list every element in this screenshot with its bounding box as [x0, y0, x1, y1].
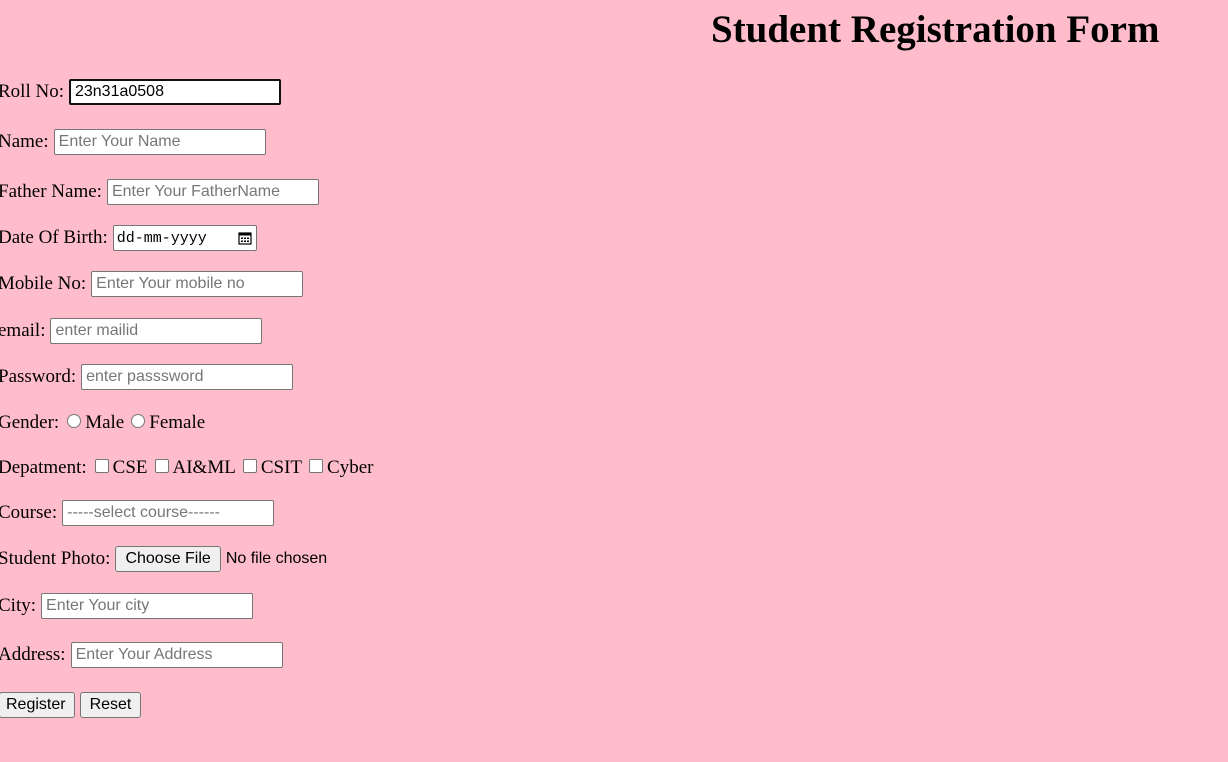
department-label: Depatment: — [0, 457, 87, 478]
department-cse-checkbox[interactable] — [94, 459, 109, 473]
roll-no-label: Roll No: — [0, 81, 64, 102]
father-name-input[interactable] — [106, 179, 319, 205]
mobile-row: Mobile No: — [0, 271, 304, 297]
father-name-row: Father Name: — [0, 179, 319, 205]
city-row: City: — [0, 593, 254, 619]
city-input[interactable] — [41, 593, 254, 619]
city-label: City: — [0, 595, 37, 616]
name-row: Name: — [0, 129, 266, 155]
gender-male-radio[interactable] — [67, 414, 82, 428]
actions-row: Register Reset — [0, 692, 142, 718]
email-input[interactable] — [50, 318, 263, 344]
calendar-icon[interactable] — [238, 231, 252, 245]
course-label: Course: — [0, 502, 58, 523]
name-input[interactable] — [53, 129, 266, 155]
mobile-label: Mobile No: — [0, 273, 87, 294]
file-status: No file chosen — [225, 550, 328, 567]
address-label: Address: — [0, 644, 66, 665]
photo-label: Student Photo: — [0, 548, 111, 569]
password-input[interactable] — [81, 364, 294, 390]
dob-label: Date Of Birth: — [0, 227, 108, 248]
gender-label: Gender: — [0, 412, 60, 433]
department-csit-label: CSIT — [260, 457, 303, 478]
course-input[interactable] — [62, 500, 275, 526]
department-cse-label: CSE — [112, 457, 148, 478]
password-label: Password: — [0, 366, 77, 387]
department-cyber-checkbox[interactable] — [309, 459, 324, 473]
department-row: Depatment: CSE AI&ML CSIT Cyber — [0, 455, 377, 481]
father-name-label: Father Name: — [0, 181, 102, 202]
mobile-input[interactable] — [91, 271, 304, 297]
course-row: Course: — [0, 500, 275, 526]
email-row: email: — [0, 318, 263, 344]
address-row: Address: — [0, 642, 283, 668]
password-row: Password: — [0, 364, 294, 390]
photo-row: Student Photo: Choose File No file chose… — [0, 546, 327, 572]
department-aiml-label: AI&ML — [172, 457, 236, 478]
department-aiml-checkbox[interactable] — [154, 459, 169, 473]
dob-placeholder: dd-mm-yyyy — [116, 229, 207, 247]
dob-row: Date Of Birth: dd-mm-yyyy — [0, 225, 257, 251]
address-input[interactable] — [70, 642, 283, 668]
gender-male-label: Male — [85, 412, 125, 433]
reset-button[interactable]: Reset — [79, 692, 142, 718]
gender-row: Gender: Male Female — [0, 410, 209, 436]
dob-input[interactable]: dd-mm-yyyy — [112, 225, 257, 251]
roll-no-input[interactable] — [68, 79, 281, 105]
department-cyber-label: Cyber — [327, 457, 374, 478]
gender-female-radio[interactable] — [131, 414, 146, 428]
register-button[interactable]: Register — [0, 692, 75, 718]
department-csit-checkbox[interactable] — [242, 459, 257, 473]
page-title: Student Registration Form — [711, 8, 1160, 51]
roll-no-row: Roll No: — [0, 79, 281, 105]
choose-file-button[interactable]: Choose File — [115, 546, 221, 572]
name-label: Name: — [0, 131, 49, 152]
email-label: email: — [0, 320, 46, 341]
gender-female-label: Female — [149, 412, 206, 433]
